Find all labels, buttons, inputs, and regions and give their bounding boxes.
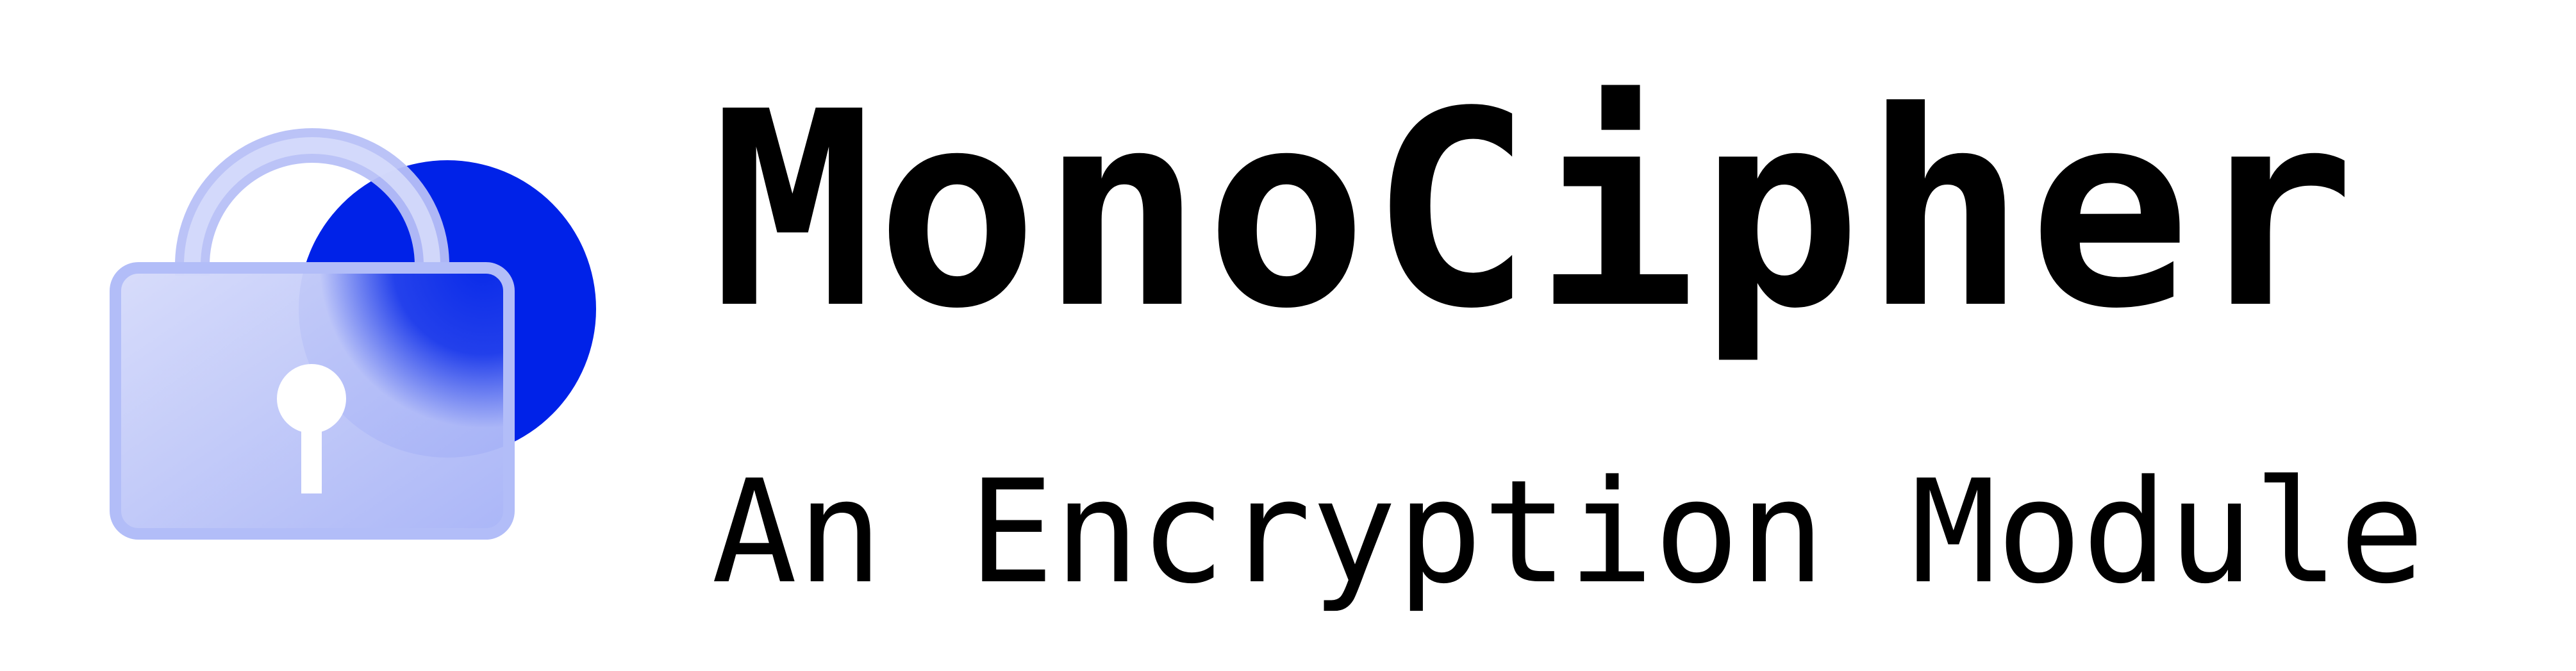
brand-banner: MonoCipher An Encryption Module xyxy=(0,0,2576,671)
padlock-logo-icon xyxy=(110,128,596,540)
brand-title: MonoCipher xyxy=(711,54,2358,368)
brand-tagline: An Encryption Module xyxy=(711,450,2425,615)
